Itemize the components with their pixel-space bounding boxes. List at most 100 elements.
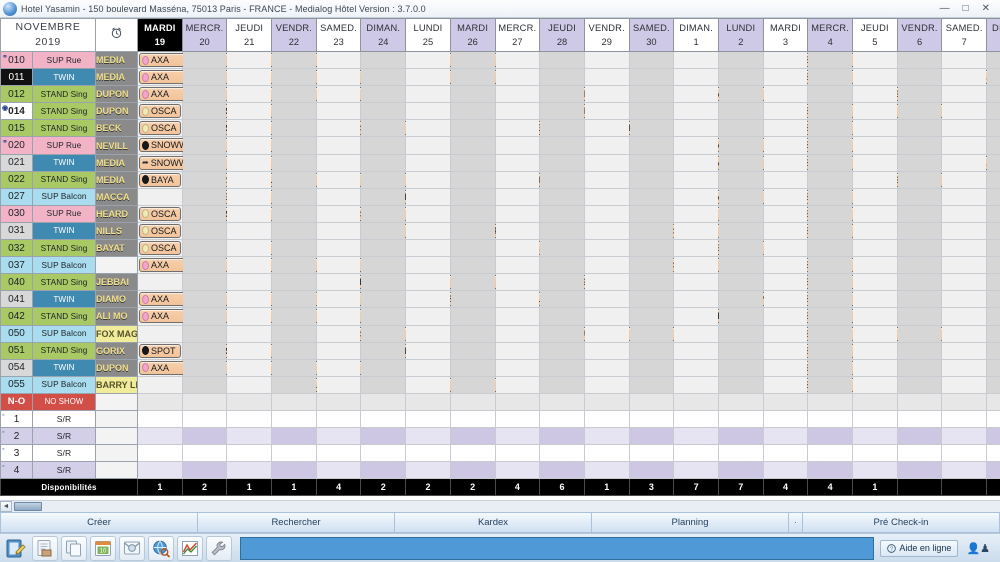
grid-cell[interactable] (941, 204, 988, 223)
grid-cell[interactable]: AXA🔒☺☺BELLALRTS☺☺AG2FBERT JULIEN➦GRAY SO… (137, 358, 896, 377)
grid-cell[interactable] (449, 102, 496, 121)
room-number[interactable]: 041 (0, 290, 33, 309)
room-type[interactable]: STAND Sing (32, 307, 96, 326)
grid-cell[interactable] (941, 187, 988, 206)
grid-cell[interactable] (807, 204, 853, 223)
grid-cell[interactable] (226, 375, 273, 394)
room-row[interactable]: 050SUP BalconFOX MAGESPOTLEE JASON☺☺BELL… (0, 324, 1000, 343)
grid-cell[interactable] (986, 324, 1000, 343)
grid-cell[interactable] (271, 375, 317, 394)
room-number[interactable]: ⚭ 010 (0, 50, 33, 70)
grid-cell[interactable] (896, 85, 943, 104)
room-number[interactable]: 054 (0, 358, 33, 377)
room-row[interactable]: 051STAND SingGORIXSPOTGARNIER☺☺SALYTHE G… (0, 341, 1000, 360)
service-request-row[interactable]: ◦ 1 S/R (0, 409, 1000, 429)
grid-cell[interactable]: AXA🔒☺☺YAYA☺☺BECKAG2FROBEGRAY SOPHIE☺☺PAU… (137, 68, 1000, 87)
grid-cell[interactable] (673, 153, 719, 172)
grid-cell[interactable] (181, 273, 228, 292)
grid-cell[interactable] (271, 204, 317, 223)
grid-cell[interactable] (807, 444, 853, 463)
minimize-button[interactable]: — (940, 3, 950, 14)
users-icon[interactable]: 👤♟ (962, 542, 994, 555)
grid-cell[interactable] (628, 136, 675, 155)
grid-cell[interactable] (494, 341, 541, 360)
grid-cell[interactable] (941, 392, 988, 411)
grid-cell[interactable] (405, 221, 451, 241)
grid-cell[interactable] (807, 427, 853, 446)
calendar-icon[interactable]: 10 (90, 535, 116, 561)
grid-cell[interactable] (986, 50, 1000, 70)
grid-cell[interactable] (941, 256, 988, 275)
grid-cell[interactable] (315, 341, 362, 360)
grid-cell[interactable] (807, 375, 853, 394)
grid-cell[interactable] (673, 221, 719, 241)
tab--[interactable]: · (789, 512, 803, 533)
grid-cell[interactable] (315, 273, 362, 292)
grid-cell[interactable]: AXA🔒☺☺CRISYAYA☺☺BECKBELLGRAY SOPHIE☺☺ (137, 50, 896, 70)
grid-cell[interactable] (181, 102, 228, 121)
grid-cell[interactable] (449, 50, 496, 70)
room-row[interactable]: 021TWINMEDIA➦SNOWWHITE☺☺BELLSPOTSPOTCRIS… (0, 153, 1000, 172)
grid-cell[interactable] (494, 307, 541, 326)
grid-cell[interactable] (583, 68, 630, 87)
grid-cell[interactable] (583, 375, 630, 394)
grid-cell[interactable] (449, 341, 496, 360)
grid-cell[interactable] (583, 187, 630, 206)
grid-cell[interactable] (896, 358, 943, 377)
grid-cell[interactable] (807, 358, 853, 377)
grid-cell[interactable] (494, 204, 541, 223)
grid-cell[interactable] (226, 358, 273, 377)
sr-number[interactable]: ◦ 3 (0, 444, 33, 463)
day-header-30[interactable]: SAMED. 30 (628, 18, 675, 52)
grid-cell[interactable] (360, 50, 407, 70)
grid-cell[interactable] (896, 392, 943, 411)
grid-cell[interactable] (494, 290, 541, 309)
grid-cell[interactable] (226, 221, 273, 241)
grid-cell[interactable] (986, 239, 1000, 258)
grid-cell[interactable] (449, 119, 496, 138)
grid-cell[interactable] (852, 153, 898, 172)
grid-cell[interactable] (226, 136, 273, 155)
grid-cell[interactable] (315, 307, 362, 326)
grid-cell[interactable] (360, 307, 407, 326)
grid-cell[interactable] (494, 170, 541, 189)
room-type[interactable]: STAND Sing (32, 170, 96, 189)
grid-cell[interactable] (181, 239, 228, 258)
grid-cell[interactable] (628, 341, 675, 360)
grid-cell[interactable] (360, 170, 407, 189)
grid-cell[interactable] (405, 85, 451, 104)
room-type[interactable]: STAND Sing (32, 341, 96, 360)
grid-cell[interactable] (852, 273, 898, 292)
grid-cell[interactable] (539, 239, 585, 258)
grid-cell[interactable] (673, 324, 719, 343)
grid-cell[interactable] (628, 290, 675, 309)
sr-label[interactable]: S/R (32, 444, 96, 463)
room-row[interactable]: 042STAND SingALI MOAXA🔒☺☺BELLBELLRTS☺☺AG… (0, 307, 1000, 326)
grid-cell[interactable] (583, 119, 630, 138)
grid-cell[interactable] (315, 102, 362, 121)
grid-cell[interactable] (717, 341, 764, 360)
grid-cell[interactable] (807, 324, 853, 343)
grid-cell[interactable] (673, 375, 719, 394)
grid-cell[interactable] (896, 204, 943, 223)
grid-cell[interactable] (449, 85, 496, 104)
grid-cell[interactable] (360, 427, 407, 446)
globe-search-icon[interactable] (148, 535, 174, 561)
room-type[interactable]: STAND Sing (32, 119, 96, 138)
day-header-1[interactable]: DIMAN. 1 (673, 18, 719, 52)
grid-cell[interactable]: AXA🔒☺☺BELLBELLRTS☺☺AG2FTHE GIFTSGRAY SOP… (137, 307, 896, 326)
grid-cell[interactable] (852, 119, 898, 138)
room-type[interactable]: SUP Balcon (32, 375, 96, 394)
grid-cell[interactable] (539, 444, 585, 463)
room-type[interactable]: STAND Sing (32, 85, 96, 104)
grid-cell[interactable] (941, 153, 988, 172)
grid-cell[interactable] (852, 392, 898, 411)
room-type[interactable]: SUP Rue (32, 50, 96, 70)
grid-cell[interactable] (539, 170, 585, 189)
grid-cell[interactable] (941, 119, 988, 138)
day-header-25[interactable]: LUNDI 25 (405, 18, 451, 52)
grid-cell[interactable] (315, 136, 362, 155)
grid-cell[interactable] (271, 85, 317, 104)
grid-cell[interactable] (315, 375, 362, 394)
grid-cell[interactable] (449, 307, 496, 326)
